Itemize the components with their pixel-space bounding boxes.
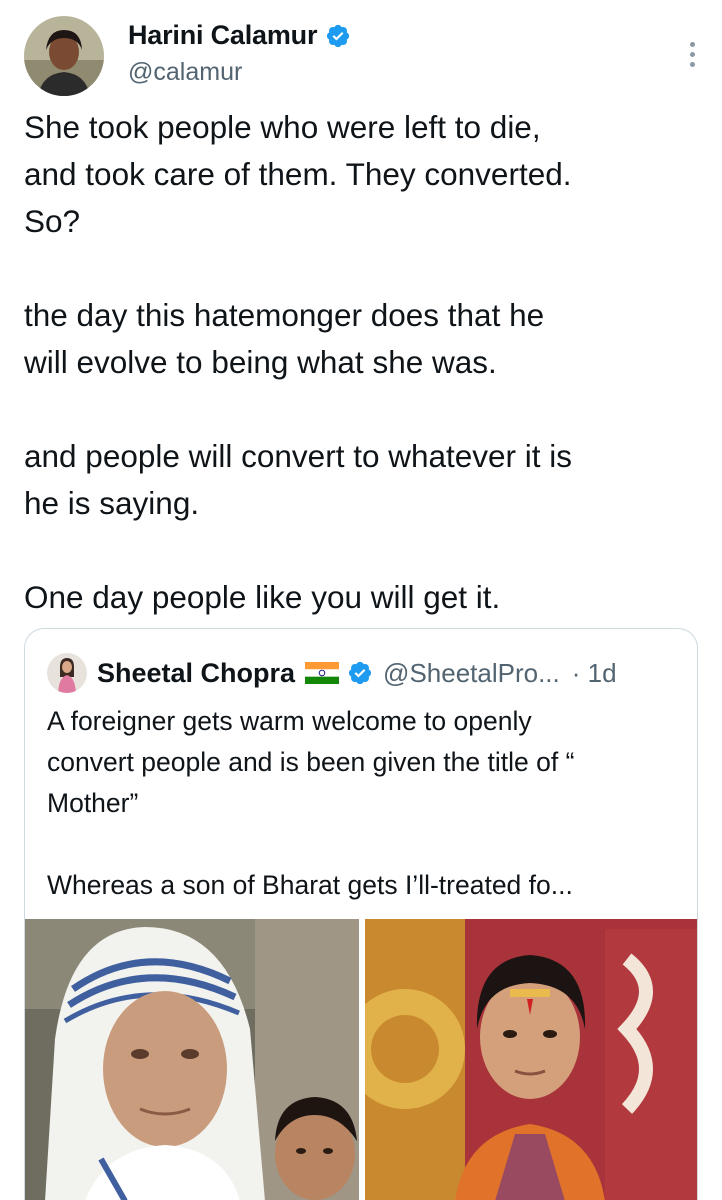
media-photo[interactable] bbox=[365, 919, 697, 1200]
tweet-paragraph: One day people like you will get it. bbox=[24, 579, 501, 615]
more-options-icon[interactable] bbox=[680, 32, 704, 76]
india-flag-icon bbox=[305, 662, 340, 684]
media-photo[interactable] bbox=[25, 919, 359, 1200]
quoted-tweet-header: Sheetal Chopra @SheetalPro... · 1d bbox=[47, 653, 617, 693]
quoted-paragraph: A foreigner gets warm welcome to openly … bbox=[47, 706, 575, 818]
tweet-paragraph: the day this hatemonger does that he wil… bbox=[24, 297, 545, 380]
quoted-tweet-timestamp[interactable]: · 1d bbox=[572, 658, 617, 689]
verified-badge-icon bbox=[348, 661, 372, 685]
quoted-author-avatar[interactable] bbox=[47, 653, 87, 693]
quoted-tweet-card[interactable]: Sheetal Chopra @SheetalPro... · 1d A for… bbox=[24, 628, 698, 1200]
author-avatar[interactable] bbox=[24, 16, 104, 96]
tweet-paragraph: and people will convert to whatever it i… bbox=[24, 438, 573, 521]
verified-badge-icon bbox=[327, 24, 350, 47]
quoted-author-handle[interactable]: @SheetalPro... bbox=[383, 658, 560, 689]
quoted-tweet-text: A foreigner gets warm welcome to openly … bbox=[47, 701, 687, 906]
author-name[interactable]: Harini Calamur bbox=[128, 20, 317, 51]
quoted-media-grid bbox=[25, 919, 697, 1200]
tweet-text: She took people who were left to die, an… bbox=[24, 104, 700, 621]
tweet-paragraph: She took people who were left to die, an… bbox=[24, 109, 572, 239]
quoted-paragraph: Whereas a son of Bharat gets I’ll-treate… bbox=[47, 870, 573, 900]
quoted-author-name[interactable]: Sheetal Chopra bbox=[97, 658, 295, 689]
tweet-author-header: Harini Calamur @calamur bbox=[24, 14, 704, 98]
author-handle[interactable]: @calamur bbox=[128, 58, 242, 87]
